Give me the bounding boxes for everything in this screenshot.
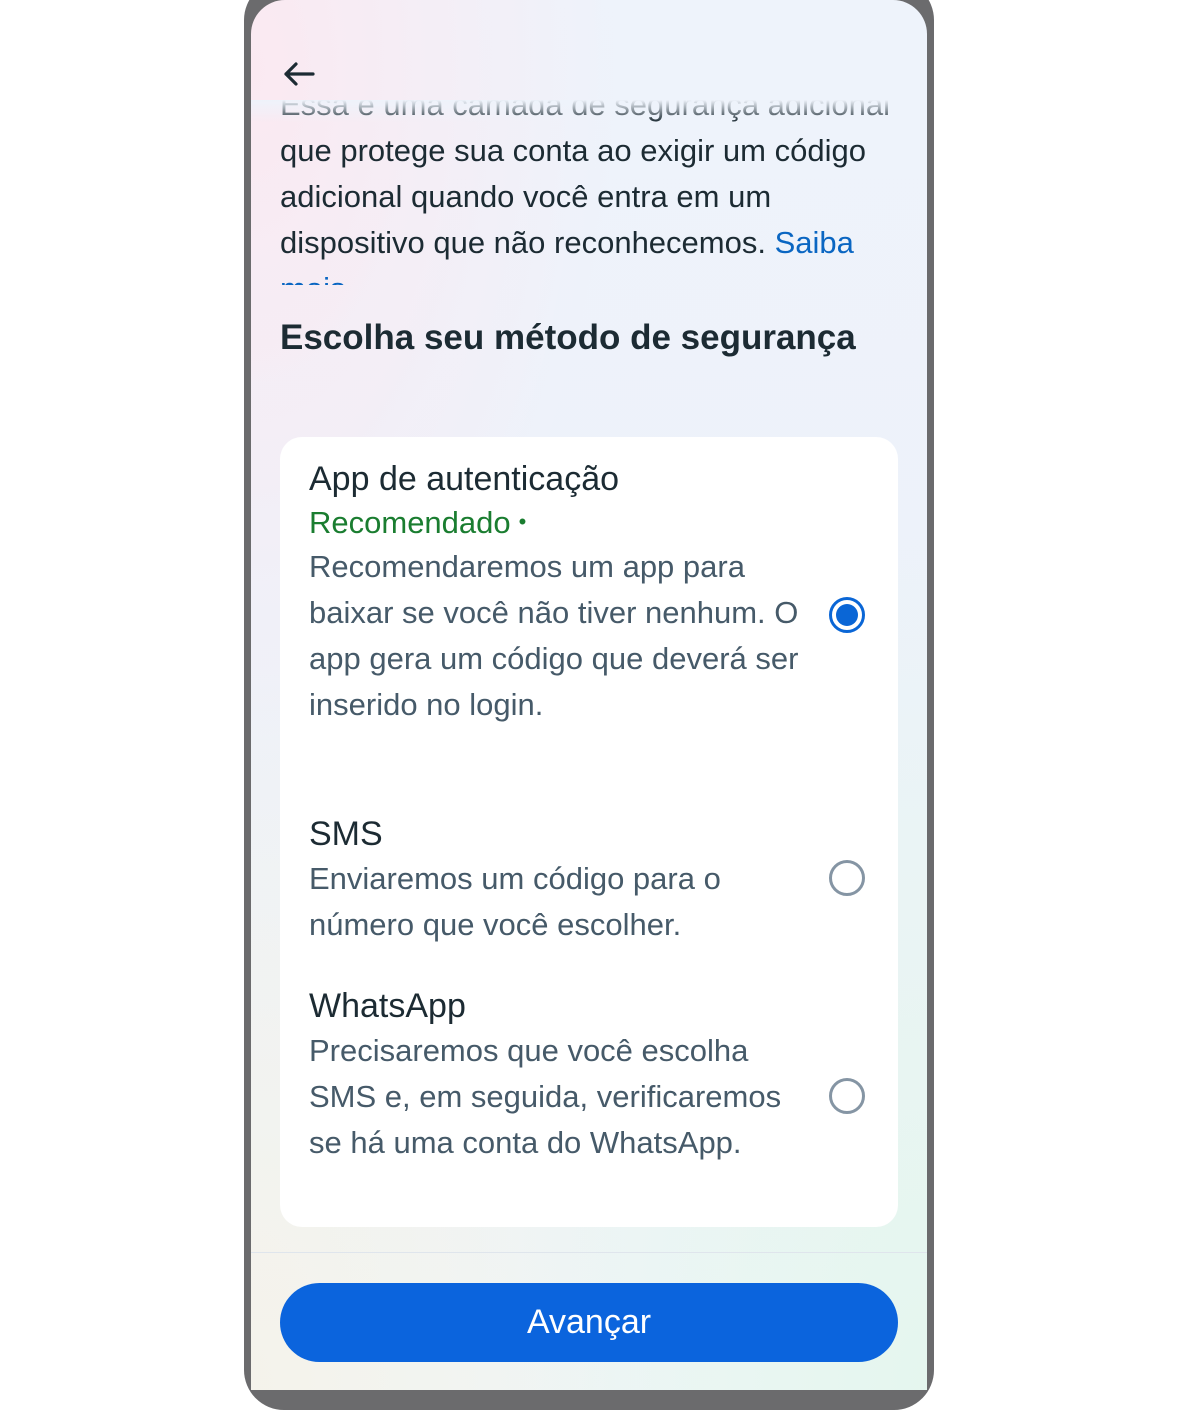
radio-whatsapp[interactable] — [829, 1078, 865, 1114]
option-sms[interactable]: SMS Enviaremos um código para o número q… — [280, 812, 898, 942]
next-button[interactable]: Avançar — [280, 1283, 898, 1362]
dot-separator: • — [518, 509, 527, 534]
option-authenticator-app[interactable]: App de autenticação Recomendado • Recomen… — [280, 457, 898, 797]
intro-scroll-area: Essa é uma camada de segurança adicional… — [280, 100, 900, 285]
option-description: Recomendaremos um app para baixar se voc… — [309, 549, 799, 722]
option-text: App de autenticação Recomendado • Recomen… — [309, 457, 809, 728]
option-tag-row: Recomendado • — [309, 501, 809, 544]
radio-sms[interactable] — [829, 860, 865, 896]
radio-authenticator-app[interactable] — [829, 597, 865, 633]
two-factor-method-screen: Essa é uma camada de segurança adicional… — [251, 0, 927, 1390]
option-title: WhatsApp — [309, 987, 466, 1025]
section-title: Escolha seu método de segurança — [280, 318, 856, 357]
option-description: Enviaremos um código para o número que v… — [309, 861, 721, 942]
option-description: Precisaremos que você escolha SMS e, em … — [309, 1033, 782, 1160]
option-text: SMS Enviaremos um código para o número q… — [309, 812, 809, 948]
scroll-fade — [251, 100, 927, 122]
security-method-options: App de autenticação Recomendado • Recomen… — [280, 437, 898, 1227]
option-title: SMS — [309, 815, 383, 853]
arrow-left-icon — [281, 58, 317, 90]
back-button[interactable] — [281, 58, 317, 90]
recommended-badge: Recomendado — [309, 505, 511, 540]
option-whatsapp[interactable]: WhatsApp Precisaremos que você escolha S… — [280, 984, 898, 1209]
option-text: WhatsApp Precisaremos que você escolha S… — [309, 984, 809, 1166]
option-title: App de autenticação — [309, 460, 620, 498]
footer-divider — [251, 1252, 927, 1253]
radio-selected-indicator — [836, 604, 858, 626]
intro-text: Essa é uma camada de segurança adicional… — [280, 100, 900, 285]
